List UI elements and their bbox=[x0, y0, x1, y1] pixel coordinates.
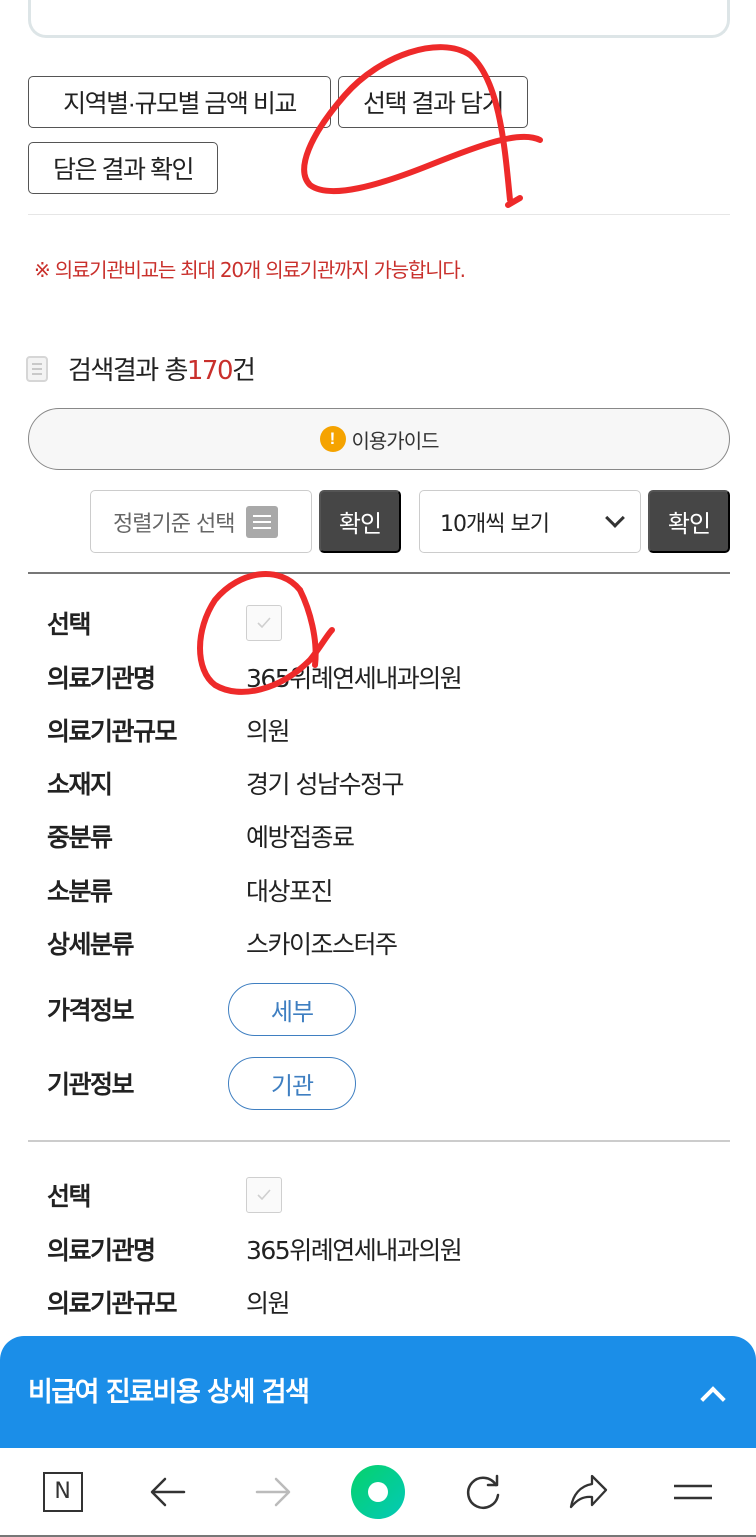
back-button[interactable] bbox=[133, 1457, 203, 1527]
menu-icon bbox=[674, 1484, 713, 1499]
naver-n-icon: N bbox=[42, 1471, 83, 1512]
select-checkbox[interactable] bbox=[246, 605, 282, 641]
document-icon bbox=[26, 355, 48, 382]
institution-size: 의원 bbox=[246, 717, 291, 746]
reload-button[interactable] bbox=[448, 1457, 518, 1527]
field-row: 상세분류 스카이조스터주 bbox=[47, 923, 398, 963]
page-size-confirm-button[interactable]: 확인 bbox=[648, 490, 730, 553]
check-icon bbox=[257, 1189, 271, 1201]
browser-nav-bar: N bbox=[0, 1448, 756, 1537]
field-row: 의료기관명 365위례연세내과의원 bbox=[47, 1229, 463, 1269]
forward-button[interactable] bbox=[238, 1457, 308, 1527]
detailed-search-panel[interactable]: 비급여 진료비용 상세 검색 bbox=[0, 1336, 756, 1448]
detailed-search-title: 비급여 진료비용 상세 검색 bbox=[28, 1377, 310, 1408]
result-divider bbox=[28, 1140, 730, 1142]
share-button[interactable] bbox=[553, 1457, 623, 1527]
institution-name: 365위례연세내과의원 bbox=[246, 664, 463, 693]
result-count: 검색결과 총170건 bbox=[26, 350, 256, 387]
field-row: 의료기관규모 의원 bbox=[47, 1282, 291, 1322]
field-row: 소분류 대상포진 bbox=[47, 870, 334, 910]
sort-criteria-select[interactable]: 정렬기준 선택 bbox=[90, 490, 312, 553]
usage-guide-button[interactable]: ! 이용가이드 bbox=[28, 408, 730, 470]
institution-name: 365위례연세내과의원 bbox=[246, 1236, 463, 1265]
detail-category: 스카이조스터주 bbox=[246, 930, 398, 959]
result-count-suffix: 건 bbox=[232, 356, 256, 386]
menu-button[interactable] bbox=[658, 1457, 728, 1527]
sort-criteria-placeholder: 정렬기준 선택 bbox=[113, 511, 235, 537]
field-label: 소재지 bbox=[47, 770, 113, 799]
page-size-value: 10개씩 보기 bbox=[440, 511, 550, 537]
select-label: 선택 bbox=[47, 610, 92, 639]
green-dot-button[interactable] bbox=[343, 1457, 413, 1527]
field-row: 의료기관규모 의원 bbox=[47, 710, 291, 750]
institution-size: 의원 bbox=[246, 1289, 291, 1318]
institution-detail-button[interactable]: 기관 bbox=[228, 1056, 356, 1110]
comparison-limit-notice: ※ 의료기관비교는 최대 20개 의료기관까지 가능합니다. bbox=[34, 258, 466, 282]
price-info-label: 가격정보 bbox=[47, 996, 135, 1025]
naver-home-button[interactable]: N bbox=[28, 1457, 98, 1527]
field-label: 의료기관규모 bbox=[47, 717, 178, 746]
page-size-select[interactable]: 10개씩 보기 bbox=[419, 490, 641, 553]
field-label: 의료기관규모 bbox=[47, 1289, 178, 1318]
warning-icon: ! bbox=[319, 426, 346, 452]
result-count-prefix: 검색결과 총 bbox=[68, 356, 188, 386]
add-selected-results-button[interactable]: 선택 결과 담기 bbox=[338, 76, 528, 128]
annotation-tick bbox=[505, 195, 523, 208]
price-detail-button[interactable]: 세부 bbox=[228, 982, 356, 1036]
reload-icon bbox=[467, 1474, 500, 1509]
sub-category: 대상포진 bbox=[246, 877, 334, 906]
list-icon bbox=[246, 505, 279, 538]
middle-category: 예방접종료 bbox=[246, 823, 355, 852]
select-label: 선택 bbox=[47, 1182, 92, 1211]
institution-info-row: 기관정보 기관 bbox=[47, 1056, 356, 1110]
divider bbox=[28, 214, 730, 215]
field-row: 의료기관명 365위례연세내과의원 bbox=[47, 657, 463, 697]
share-icon bbox=[570, 1474, 608, 1508]
field-label: 중분류 bbox=[47, 823, 113, 852]
arrow-right-icon bbox=[255, 1477, 291, 1506]
view-saved-results-button[interactable]: 담은 결과 확인 bbox=[28, 142, 218, 194]
usage-guide-label: 이용가이드 bbox=[351, 430, 440, 453]
select-row: 선택 bbox=[47, 1175, 282, 1215]
chevron-up-icon[interactable] bbox=[700, 1386, 726, 1412]
select-checkbox[interactable] bbox=[246, 1177, 282, 1213]
institution-info-label: 기관정보 bbox=[47, 1070, 135, 1099]
chevron-down-icon bbox=[605, 507, 625, 528]
field-row: 중분류 예방접종료 bbox=[47, 816, 355, 856]
field-label: 상세분류 bbox=[47, 930, 135, 959]
price-info-row: 가격정보 세부 bbox=[47, 982, 356, 1036]
select-row: 선택 bbox=[47, 603, 282, 643]
location: 경기 성남수정구 bbox=[246, 770, 404, 799]
field-row: 소재지 경기 성남수정구 bbox=[47, 763, 404, 803]
check-icon bbox=[257, 617, 271, 629]
green-dot-icon bbox=[350, 1464, 405, 1519]
annotation-arrow bbox=[297, 587, 319, 668]
compare-by-region-size-button[interactable]: 지역별·규모별 금액 비교 bbox=[28, 76, 331, 128]
results-top-divider bbox=[28, 572, 730, 574]
field-label: 소분류 bbox=[47, 877, 113, 906]
arrow-left-icon bbox=[150, 1477, 185, 1506]
result-count-number: 170 bbox=[186, 356, 234, 386]
field-label: 의료기관명 bbox=[47, 664, 156, 693]
field-label: 의료기관명 bbox=[47, 1236, 156, 1265]
sort-confirm-button[interactable]: 확인 bbox=[319, 490, 401, 553]
search-form-card bbox=[28, 0, 730, 38]
